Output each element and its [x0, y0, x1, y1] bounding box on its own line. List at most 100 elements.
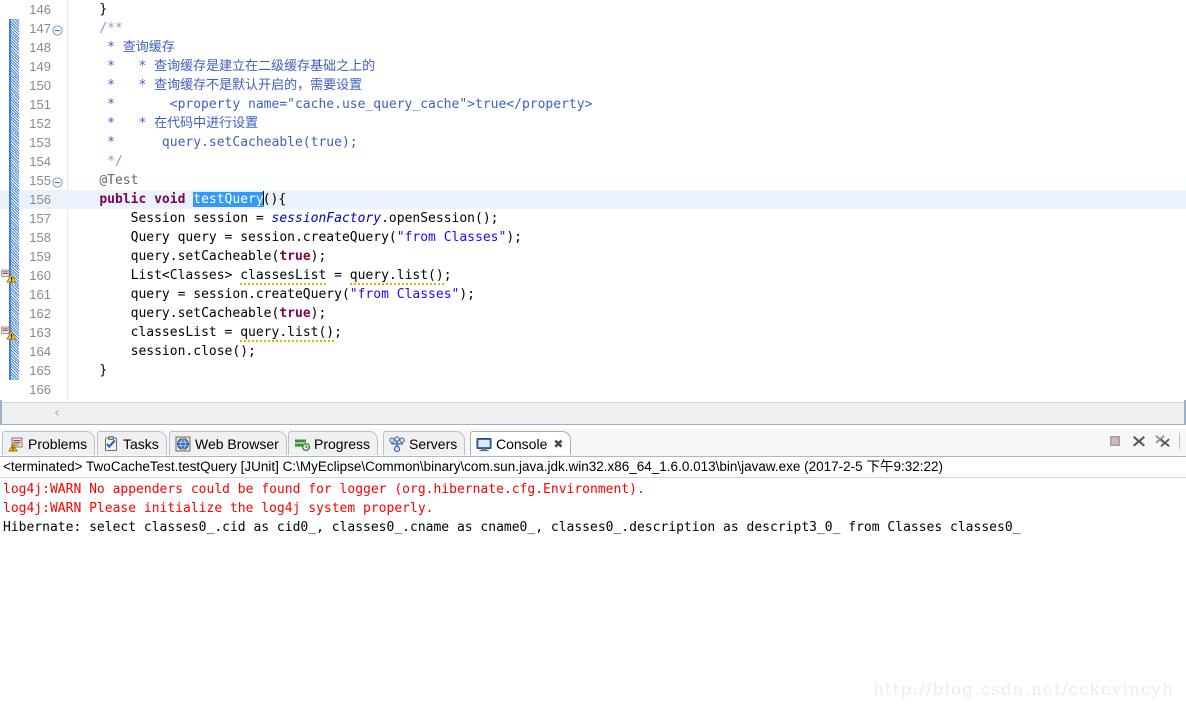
- console-output[interactable]: log4j:WARN No appenders could be found f…: [0, 478, 1186, 537]
- line-number: 151: [29, 97, 51, 112]
- scroll-left-arrow-icon[interactable]: ‹: [54, 406, 60, 421]
- code-line[interactable]: 157 Session session = sessionFactory.ope…: [0, 209, 1186, 228]
- tab-web-browser[interactable]: Web Browser: [169, 431, 287, 455]
- bottom-view-stack[interactable]: Problems Tasks Web Browser Progress Servers C…: [0, 429, 1186, 706]
- tab-problems[interactable]: Problems: [2, 431, 96, 455]
- code-text[interactable]: query = session.createQuery("from Classe…: [68, 285, 475, 304]
- code-line[interactable]: 154 */: [0, 152, 1186, 171]
- line-gutter[interactable]: [0, 304, 20, 323]
- view-toolbar[interactable]: [1107, 433, 1180, 449]
- code-text[interactable]: */: [68, 152, 123, 171]
- code-line[interactable]: 156 public void testQuery(){: [0, 190, 1186, 209]
- terminate-button[interactable]: [1107, 433, 1123, 449]
- line-gutter[interactable]: [0, 285, 20, 304]
- warning-marker-icon[interactable]: [1, 326, 17, 340]
- code-line[interactable]: 165 }: [0, 361, 1186, 380]
- code-line[interactable]: 151 * <property name="cache.use_query_ca…: [0, 95, 1186, 114]
- line-gutter[interactable]: [0, 266, 20, 285]
- console-icon: [476, 437, 492, 451]
- code-text[interactable]: Session session = sessionFactory.openSes…: [68, 209, 499, 228]
- code-token: true: [279, 306, 311, 321]
- code-text[interactable]: query.setCacheable(true);: [68, 304, 327, 323]
- line-gutter[interactable]: [0, 323, 20, 342]
- line-gutter[interactable]: [0, 190, 20, 209]
- view-tab-bar[interactable]: Problems Tasks Web Browser Progress Servers C…: [0, 429, 1186, 457]
- code-line[interactable]: 150 * * 查询缓存不是默认开启的，需要设置: [0, 76, 1186, 95]
- code-text[interactable]: * * 查询缓存不是默认开启的，需要设置: [68, 76, 362, 95]
- tab-servers[interactable]: Servers: [383, 431, 466, 455]
- line-gutter[interactable]: [0, 209, 20, 228]
- code-editor[interactable]: 146 } 147 /** 148 * 查询缓存 149 * * 查询缓存是建立在二级…: [0, 0, 1186, 429]
- fold-collapse-icon[interactable]: [52, 23, 63, 36]
- remove-button[interactable]: [1131, 433, 1147, 449]
- code-text[interactable]: }: [68, 361, 107, 380]
- change-bar: [10, 95, 19, 114]
- line-gutter[interactable]: [0, 361, 20, 380]
- code-text[interactable]: * <property name="cache.use_query_cache"…: [68, 95, 592, 114]
- change-bar-edge: [9, 19, 11, 38]
- code-line-list[interactable]: 146 } 147 /** 148 * 查询缓存 149 * * 查询缓存是建立在二级…: [0, 0, 1186, 399]
- line-number: 146: [29, 2, 51, 17]
- code-text[interactable]: classesList = query.list();: [68, 323, 342, 342]
- code-line[interactable]: 149 * * 查询缓存是建立在二级缓存基础之上的: [0, 57, 1186, 76]
- line-gutter[interactable]: [0, 152, 20, 171]
- line-gutter[interactable]: [0, 57, 20, 76]
- code-token: query.list(): [240, 325, 335, 342]
- line-gutter[interactable]: [0, 76, 20, 95]
- line-gutter[interactable]: [0, 0, 20, 19]
- change-bar-edge: [9, 95, 11, 114]
- line-gutter[interactable]: [0, 228, 20, 247]
- remove-all-button[interactable]: [1155, 433, 1171, 449]
- change-bar: [10, 247, 19, 266]
- code-text[interactable]: /**: [68, 19, 123, 38]
- line-gutter[interactable]: [0, 342, 20, 361]
- code-token: Session session =: [130, 211, 272, 226]
- line-gutter[interactable]: [0, 380, 20, 399]
- tab-tasks[interactable]: Tasks: [97, 431, 167, 455]
- code-text[interactable]: * * 查询缓存是建立在二级缓存基础之上的: [68, 57, 375, 76]
- line-gutter[interactable]: [0, 171, 20, 190]
- code-text[interactable]: session.close();: [68, 342, 256, 361]
- line-gutter[interactable]: [0, 38, 20, 57]
- code-text[interactable]: }: [68, 0, 107, 19]
- code-line[interactable]: 164 session.close();: [0, 342, 1186, 361]
- line-gutter[interactable]: [0, 95, 20, 114]
- code-text[interactable]: public void testQuery(){: [68, 190, 286, 209]
- code-text[interactable]: * 查询缓存: [68, 38, 175, 57]
- code-line[interactable]: 155 @Test: [0, 171, 1186, 190]
- code-token: "from Classes": [396, 230, 507, 245]
- code-token: /**: [99, 21, 123, 36]
- line-gutter[interactable]: [0, 247, 20, 266]
- change-bar: [10, 57, 19, 76]
- line-gutter[interactable]: [0, 19, 20, 38]
- editor-horizontal-scrollbar[interactable]: ‹: [2, 402, 1184, 424]
- code-line[interactable]: 152 * * 在代码中进行设置: [0, 114, 1186, 133]
- code-line[interactable]: 161 query = session.createQuery("from Cl…: [0, 285, 1186, 304]
- code-line[interactable]: 146 }: [0, 0, 1186, 19]
- close-icon[interactable]: ✖: [553, 437, 563, 451]
- line-gutter[interactable]: [0, 114, 20, 133]
- code-text[interactable]: * * 在代码中进行设置: [68, 114, 258, 133]
- code-line[interactable]: 158 Query query = session.createQuery("f…: [0, 228, 1186, 247]
- code-text[interactable]: List<Classes> classesList = query.list()…: [68, 266, 452, 285]
- code-line[interactable]: 147 /**: [0, 19, 1186, 38]
- code-token: * * 查询缓存不是默认开启的，需要设置: [107, 78, 363, 93]
- code-line[interactable]: 163 classesList = query.list();: [0, 323, 1186, 342]
- code-line[interactable]: 160 List<Classes> classesList = query.li…: [0, 266, 1186, 285]
- code-line[interactable]: 166: [0, 380, 1186, 399]
- editor-text-area[interactable]: 146 } 147 /** 148 * 查询缓存 149 * * 查询缓存是建立在二级…: [0, 0, 1186, 400]
- line-gutter[interactable]: [0, 133, 20, 152]
- code-text[interactable]: query.setCacheable(true);: [68, 247, 327, 266]
- tab-progress[interactable]: Progress: [288, 431, 379, 455]
- code-line[interactable]: 148 * 查询缓存: [0, 38, 1186, 57]
- code-token: query.setCacheable(: [130, 249, 280, 264]
- warning-marker-icon[interactable]: [1, 269, 17, 283]
- tab-console[interactable]: Console ✖: [470, 431, 572, 455]
- code-line[interactable]: 153 * query.setCacheable(true);: [0, 133, 1186, 152]
- fold-collapse-icon[interactable]: [52, 175, 63, 188]
- code-line[interactable]: 162 query.setCacheable(true);: [0, 304, 1186, 323]
- code-text[interactable]: @Test: [68, 171, 138, 190]
- code-line[interactable]: 159 query.setCacheable(true);: [0, 247, 1186, 266]
- code-text[interactable]: Query query = session.createQuery("from …: [68, 228, 522, 247]
- code-text[interactable]: * query.setCacheable(true);: [68, 133, 357, 152]
